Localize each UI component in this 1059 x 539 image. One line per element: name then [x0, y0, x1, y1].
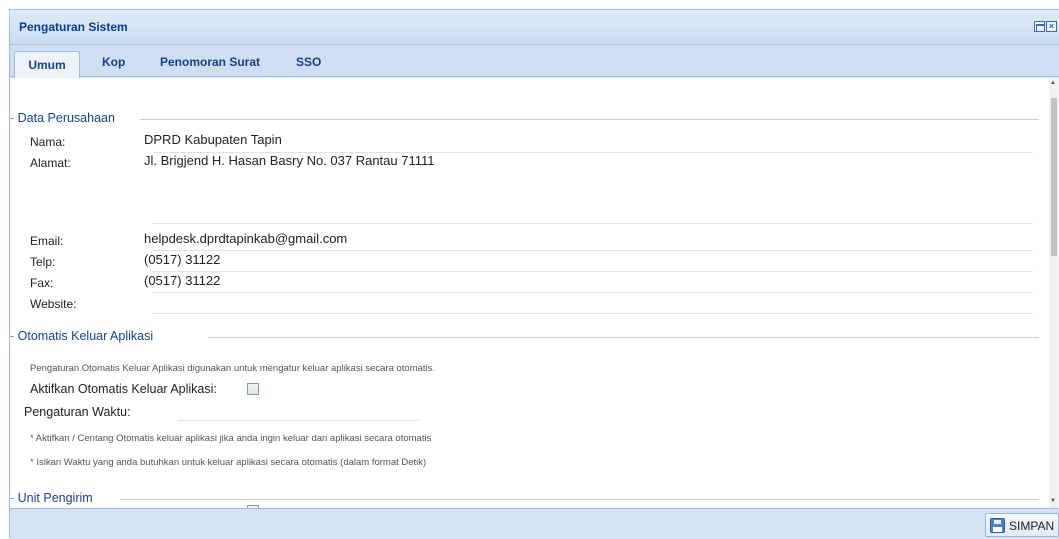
- scroll-down-icon[interactable]: ▼: [1050, 498, 1056, 504]
- fax-label: Fax:: [30, 276, 54, 290]
- scroll-up-icon[interactable]: ▲: [1050, 80, 1056, 86]
- scrollbar-thumb[interactable]: [1051, 98, 1057, 256]
- nama-label: Nama:: [30, 135, 66, 149]
- tab-penomoran-surat[interactable]: Penomoran Surat: [160, 55, 260, 69]
- fax-underline: [153, 292, 1033, 293]
- save-icon: [990, 518, 1005, 533]
- fieldset-divider: [208, 337, 1039, 338]
- tab-kop[interactable]: Kop: [102, 55, 125, 69]
- fieldset-data-perusahaan: - Data Perusahaan: [10, 111, 115, 125]
- tab-umum[interactable]: Umum: [14, 51, 80, 78]
- settings-window: Pengaturan Sistem × Umum Kop Penomoran S…: [9, 9, 1059, 539]
- otomatis-description: Pengaturan Otomatis Keluar Aplikasi digu…: [30, 363, 436, 374]
- save-button-label: SIMPAN: [1009, 519, 1055, 533]
- tab-bar: Umum Kop Penomoran Surat SSO: [10, 45, 1059, 78]
- telp-field[interactable]: (0517) 31122: [144, 252, 220, 267]
- window-title: Pengaturan Sistem: [19, 20, 128, 34]
- otomatis-note-1: * Aktifkan / Centang Otomatis keluar apl…: [30, 433, 432, 444]
- telp-label: Telp:: [30, 255, 56, 269]
- email-field[interactable]: helpdesk.dprdtapinkab@gmail.com: [144, 231, 347, 246]
- window-titlebar: Pengaturan Sistem ×: [10, 10, 1059, 45]
- email-label: Email:: [30, 234, 64, 248]
- alamat-label: Alamat:: [30, 156, 71, 170]
- waktu-label: Pengaturan Waktu:: [24, 405, 131, 419]
- aktifkan-checkbox[interactable]: [247, 383, 259, 395]
- fieldset-legend: Otomatis Keluar Aplikasi: [17, 329, 154, 343]
- alamat-field[interactable]: Jl. Brigjend H. Hasan Basry No. 037 Rant…: [144, 153, 435, 168]
- fieldset-otomatis-keluar: - Otomatis Keluar Aplikasi: [10, 329, 154, 343]
- telp-underline: [153, 271, 1033, 272]
- close-icon[interactable]: ×: [1046, 21, 1057, 32]
- settings-form: - Data Perusahaan Nama: DPRD Kabupaten T…: [10, 78, 1059, 508]
- fieldset-divider: [120, 499, 1039, 500]
- nama-field[interactable]: DPRD Kabupaten Tapin: [144, 132, 282, 147]
- tab-sso[interactable]: SSO: [296, 55, 321, 69]
- website-label: Website:: [30, 297, 77, 311]
- maximize-icon[interactable]: [1034, 21, 1045, 32]
- fieldset-unit-pengirim: - Unit Pengirim: [10, 491, 93, 505]
- window-footer: SIMPAN: [10, 508, 1059, 539]
- fieldset-legend: Unit Pengirim: [17, 491, 93, 505]
- waktu-underline: [178, 420, 419, 421]
- otomatis-note-2: * Isikan Waktu yang anda butuhkan untuk …: [30, 457, 427, 468]
- alamat-underline: [153, 223, 1033, 224]
- website-underline: [153, 313, 1033, 314]
- email-underline: [153, 250, 1033, 251]
- save-button[interactable]: SIMPAN: [985, 513, 1059, 537]
- fax-field[interactable]: (0517) 31122: [144, 273, 220, 288]
- fieldset-divider: [140, 119, 1039, 120]
- vertical-scrollbar[interactable]: ▲ ▼: [1049, 78, 1059, 508]
- fieldset-legend: Data Perusahaan: [17, 111, 115, 125]
- aktifkan-label: Aktifkan Otomatis Keluar Aplikasi:: [30, 382, 217, 396]
